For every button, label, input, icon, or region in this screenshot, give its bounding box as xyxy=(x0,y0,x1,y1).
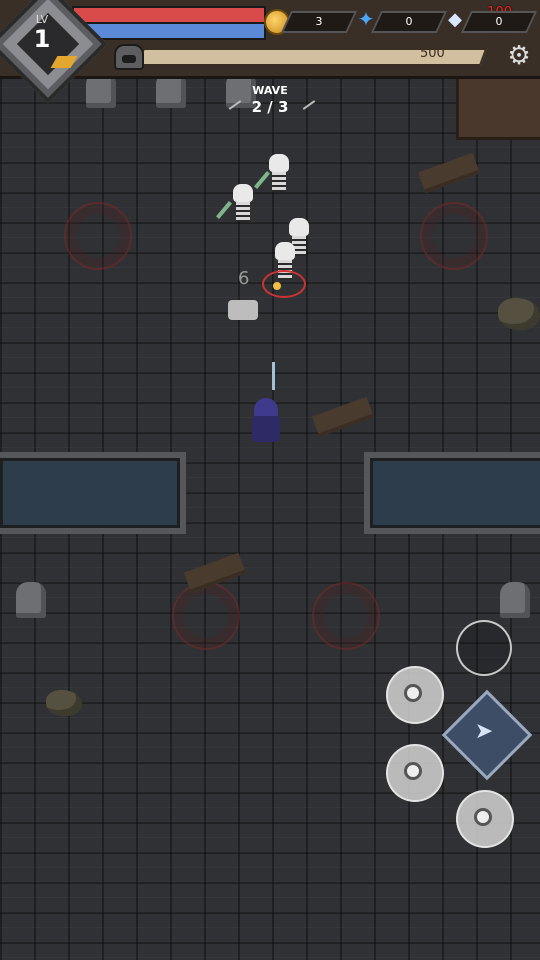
damage-number: 6 xyxy=(238,268,250,289)
dash-icon: ➤ xyxy=(474,719,494,744)
floor-sigil xyxy=(312,582,380,650)
skeleton-enemy[interactable] xyxy=(266,154,292,194)
skill-button-3[interactable] xyxy=(456,790,514,848)
coin-drop[interactable] xyxy=(273,282,281,290)
crystal-count: 0 xyxy=(405,15,413,28)
skill-icon xyxy=(404,684,422,702)
mp-bar-fill xyxy=(74,24,264,38)
target-marker xyxy=(262,270,306,298)
skeleton-enemy[interactable] xyxy=(230,184,256,224)
rubble-pile xyxy=(498,298,540,330)
broken-plank xyxy=(417,152,481,194)
floor-sigil xyxy=(64,202,132,270)
skill-icon xyxy=(404,762,422,780)
skill-button-1[interactable] xyxy=(386,666,444,724)
gear-icon[interactable]: ⚙ xyxy=(505,42,533,70)
floor-sigil xyxy=(420,202,488,270)
skill-icon xyxy=(474,808,492,826)
player-arrow-projectile xyxy=(272,362,275,390)
broken-plank xyxy=(311,396,375,438)
skeleton-remains xyxy=(228,300,258,320)
rubble-pile xyxy=(46,690,82,716)
boss-hp-value: 500 xyxy=(420,46,445,61)
wave-count: 2 / 3 xyxy=(251,98,289,116)
crystal-counter: 0 xyxy=(370,11,448,33)
tombstone xyxy=(500,582,530,618)
gem-count: 0 xyxy=(495,15,503,28)
gem-counter: 0 xyxy=(460,11,538,33)
level-value: 1 xyxy=(33,25,51,53)
player-character xyxy=(252,398,280,442)
skull-helmet-icon xyxy=(114,44,144,70)
level-display: LV 1 xyxy=(22,14,62,53)
dungeon-door xyxy=(456,72,540,140)
coin-counter: 3 xyxy=(280,11,358,33)
floor-sigil xyxy=(172,582,240,650)
coin-count: 3 xyxy=(315,15,323,28)
water-trench-right xyxy=(364,452,540,534)
hp-bar-fill xyxy=(74,8,264,22)
wave-label: WAVE xyxy=(252,84,288,97)
aim-ring-button[interactable] xyxy=(456,620,512,676)
tombstone xyxy=(16,582,46,618)
skill-button-2[interactable] xyxy=(386,744,444,802)
water-trench-left xyxy=(0,452,186,534)
